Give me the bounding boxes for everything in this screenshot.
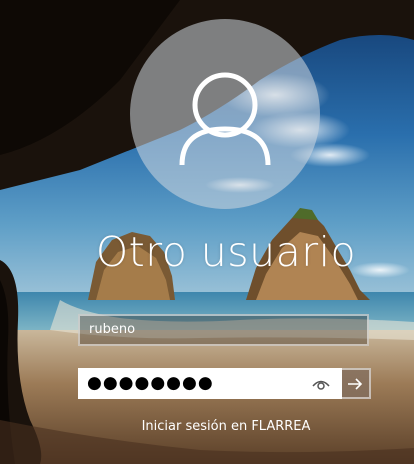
arrow-right-icon (348, 378, 363, 390)
submit-button[interactable] (342, 368, 371, 399)
user-silhouette-icon (179, 72, 271, 166)
sign-in-domain-link[interactable]: Iniciar sesión en FLARREA (0, 419, 414, 434)
username-value: rubeno (89, 322, 136, 337)
user-name-heading: Otro usuario (95, 228, 357, 276)
password-masked-value: ●●●●●●●● (87, 373, 214, 393)
username-field[interactable]: rubeno (78, 314, 369, 346)
password-field[interactable]: ●●●●●●●● (78, 368, 342, 399)
user-avatar (130, 19, 320, 209)
eye-icon[interactable] (312, 376, 330, 392)
lock-screen: Otro usuario rubeno ●●●●●●●● Iniciar ses… (0, 0, 414, 464)
